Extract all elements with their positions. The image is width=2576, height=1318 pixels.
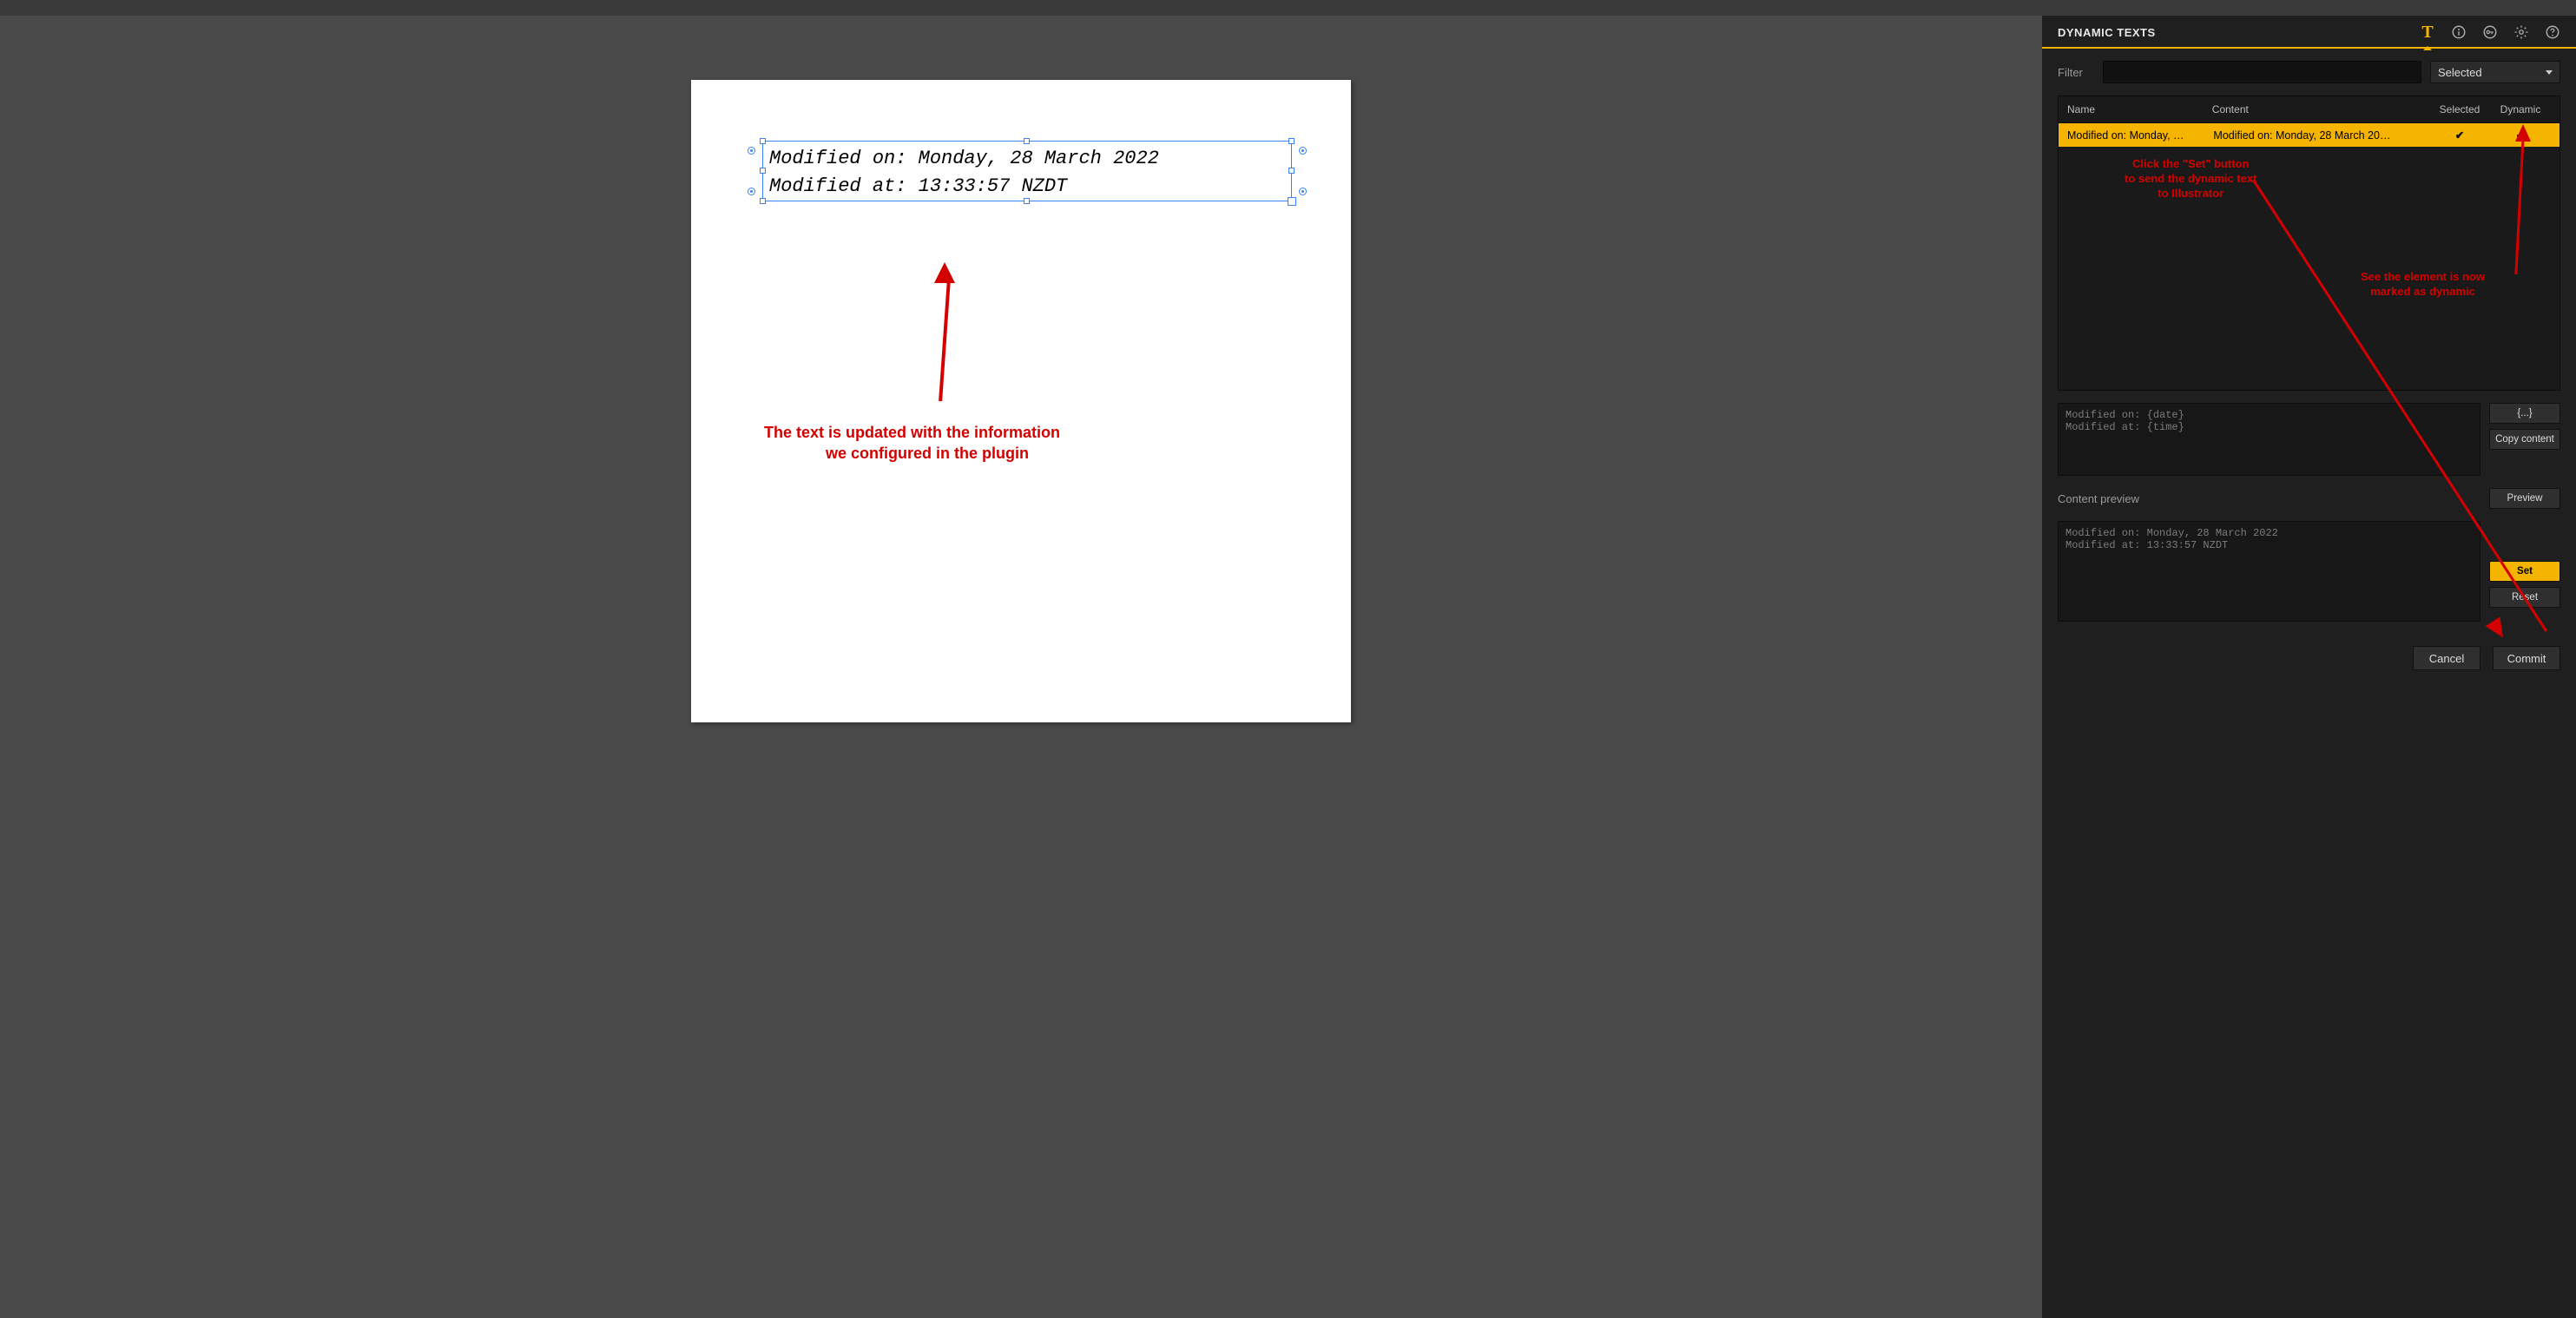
selection-handle[interactable]: [1024, 138, 1030, 144]
artboard-text[interactable]: Modified on: Monday, 28 March 2022 Modif…: [769, 145, 1159, 201]
cancel-button[interactable]: Cancel: [2413, 646, 2480, 670]
annotation-click-set: Click the "Set" button to send the dynam…: [2125, 157, 2256, 201]
panel-header: DYNAMIC TEXTS T: [2042, 16, 2576, 49]
anchor-icon: [748, 188, 755, 195]
dynamic-texts-panel: DYNAMIC TEXTS T Filter: [2042, 0, 2576, 1318]
key-icon: [2482, 24, 2498, 40]
cell-name: Modified on: Monday, …: [2067, 129, 2213, 142]
anchor-icon: [1299, 188, 1307, 195]
anchor-icon: [748, 147, 755, 155]
annotation-arrow-dynamic-icon: [2514, 131, 2525, 274]
cell-selected-check-icon: ✔: [2429, 129, 2490, 142]
content-preview-box: Modified on: Monday, 28 March 2022 Modif…: [2058, 521, 2480, 622]
texts-table: Name Content Selected Dynamic Modified o…: [2058, 96, 2560, 391]
filter-label: Filter: [2058, 66, 2094, 79]
selection-handle[interactable]: [760, 168, 766, 174]
content-template-textarea[interactable]: Modified on: {date} Modified at: {time}: [2058, 403, 2480, 476]
tab-settings[interactable]: [2513, 24, 2529, 40]
set-button[interactable]: Set: [2489, 561, 2560, 582]
tab-help[interactable]: [2545, 24, 2560, 40]
content-preview-label: Content preview: [2058, 492, 2139, 505]
anchor-icon: [1299, 147, 1307, 155]
selection-handle[interactable]: [760, 198, 766, 204]
gear-icon: [2513, 24, 2529, 40]
filter-input[interactable]: [2103, 61, 2421, 83]
info-icon: [2451, 24, 2467, 40]
tab-info[interactable]: [2451, 24, 2467, 40]
artboard-text-line1: Modified on: Monday, 28 March 2022: [769, 148, 1159, 169]
annotation-arrow-up-icon: [943, 280, 946, 401]
text-icon: T: [2421, 23, 2433, 41]
insert-placeholder-button[interactable]: {...}: [2489, 403, 2560, 424]
commit-button[interactable]: Commit: [2493, 646, 2560, 670]
selection-handle[interactable]: [760, 138, 766, 144]
annotation-caption: The text is updated with the information…: [764, 422, 1060, 465]
annotation-see-dynamic: See the element is now marked as dynamic: [2361, 270, 2485, 300]
col-header-name[interactable]: Name: [2067, 103, 2212, 115]
table-row[interactable]: Modified on: Monday, … Modified on: Mond…: [2059, 123, 2560, 147]
filter-scope-value: Selected: [2438, 66, 2482, 79]
col-header-dynamic[interactable]: Dynamic: [2490, 103, 2551, 115]
cell-content: Modified on: Monday, 28 March 20…: [2213, 129, 2429, 142]
selection-handle[interactable]: [1288, 138, 1295, 144]
help-icon: [2545, 24, 2560, 40]
tab-dynamic-texts[interactable]: T: [2420, 24, 2435, 40]
filter-scope-select[interactable]: Selected: [2430, 61, 2560, 83]
copy-content-button[interactable]: Copy content: [2489, 429, 2560, 450]
canvas-area: Modified on: Monday, 28 March 2022 Modif…: [0, 0, 2042, 1318]
tab-key[interactable]: [2482, 24, 2498, 40]
panel-title: DYNAMIC TEXTS: [2058, 26, 2156, 39]
col-header-selected[interactable]: Selected: [2429, 103, 2490, 115]
chevron-down-icon: [2546, 70, 2553, 75]
selection-handle[interactable]: [1288, 168, 1295, 174]
col-header-content[interactable]: Content: [2212, 103, 2429, 115]
overflow-handle[interactable]: [1288, 197, 1296, 206]
artboard-text-line2: Modified at: 13:33:57 NZDT: [769, 175, 1067, 197]
artboard[interactable]: Modified on: Monday, 28 March 2022 Modif…: [691, 80, 1351, 722]
preview-button[interactable]: Preview: [2489, 488, 2560, 509]
